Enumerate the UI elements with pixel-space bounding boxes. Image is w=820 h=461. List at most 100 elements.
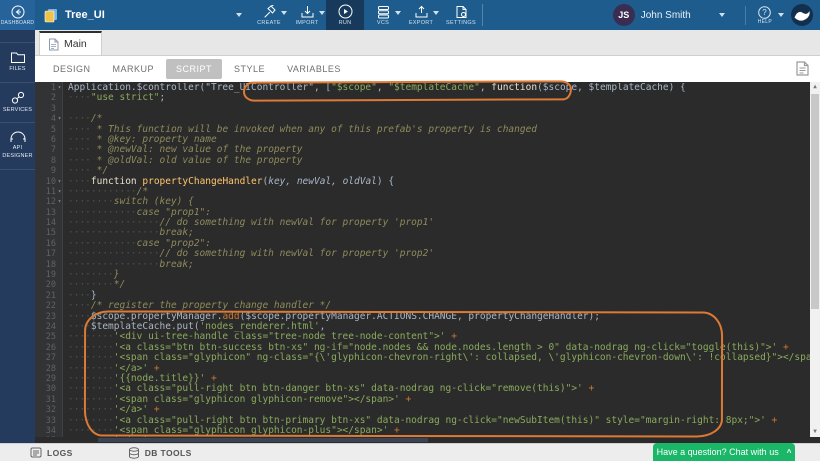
line-number: 31 <box>35 395 56 405</box>
fold-spacer <box>56 436 63 437</box>
line-number: 26 <box>35 343 56 353</box>
project-icon <box>43 8 59 23</box>
horizontal-scroll-thumb[interactable] <box>98 438 428 442</box>
user-avatar[interactable]: JS <box>613 4 635 26</box>
line-number: 27 <box>35 353 56 363</box>
import-caret-icon[interactable] <box>319 11 325 15</box>
line-number: 7 <box>35 145 56 155</box>
code-line[interactable]: 8···· * @oldVal: old value of the proper… <box>35 156 810 166</box>
line-number: 2 <box>35 93 56 103</box>
linked-nodes-icon <box>10 91 26 105</box>
folder-icon <box>10 51 26 64</box>
fold-spacer <box>56 291 63 301</box>
import-button[interactable]: IMPORT <box>288 0 326 30</box>
project-selector[interactable]: Tree_UI <box>35 0 250 30</box>
help-button[interactable]: ? HELP <box>745 6 772 25</box>
code-line[interactable]: 20········*/ <box>35 280 810 290</box>
sidebar-item-files[interactable]: FILES <box>0 42 35 83</box>
toolbar-buttons: CREATE IMPORT RUN VCS <box>250 0 483 30</box>
scroll-down-arrow[interactable]: ▼ <box>810 427 820 437</box>
fold-arrow-icon[interactable]: ▾ <box>56 114 63 124</box>
create-caret-icon[interactable] <box>281 11 287 15</box>
database-icon <box>128 447 140 459</box>
export-caret-icon[interactable] <box>433 11 439 15</box>
logs-button[interactable]: LOGS <box>30 447 73 458</box>
line-number: 10 <box>35 177 56 187</box>
tab-design[interactable]: DESIGN <box>43 59 101 79</box>
line-number: 1 <box>35 83 56 93</box>
code-editor[interactable]: 1▾Application.$controller("Tree_UIContro… <box>35 82 820 443</box>
fold-spacer <box>56 364 63 374</box>
fold-arrow-icon[interactable]: ▾ <box>56 177 63 187</box>
line-number: 11 <box>35 187 56 197</box>
fold-arrow-icon[interactable]: ▾ <box>56 83 63 93</box>
user-menu-caret-icon[interactable] <box>719 13 725 17</box>
line-number: 23 <box>35 312 56 322</box>
tab-script[interactable]: SCRIPT <box>166 59 222 79</box>
scroll-up-arrow[interactable]: ▲ <box>810 82 820 92</box>
line-number: 24 <box>35 322 56 332</box>
wavemaker-logo <box>790 3 814 27</box>
line-number: 32 <box>35 405 56 415</box>
code-line[interactable]: 19········} <box>35 270 810 280</box>
vertical-scroll-thumb[interactable] <box>811 94 819 309</box>
topbar-right: JS John Smith ? HELP <box>613 0 820 30</box>
code-line[interactable]: 18················break; <box>35 260 810 270</box>
fold-spacer <box>56 426 63 436</box>
line-number: 30 <box>35 384 56 394</box>
db-tools-button[interactable]: DB TOOLS <box>128 447 192 459</box>
code-line[interactable]: 3 <box>35 104 810 114</box>
fold-spacer <box>56 145 63 155</box>
tab-main[interactable]: Main <box>39 31 102 55</box>
project-caret-icon[interactable] <box>236 13 242 17</box>
code-area[interactable]: 1▾Application.$controller("Tree_UIContro… <box>35 83 810 437</box>
create-button[interactable]: CREATE <box>250 0 288 30</box>
fold-spacer <box>56 280 63 290</box>
tab-variables[interactable]: VARIABLES <box>277 59 351 79</box>
settings-button[interactable]: SETTINGS <box>440 0 482 30</box>
fold-spacer <box>56 270 63 280</box>
vertical-scrollbar[interactable]: ▲ ▼ <box>810 82 820 437</box>
import-icon <box>300 5 315 19</box>
export-button[interactable]: EXPORT <box>402 0 440 30</box>
chat-widget-button[interactable]: Have a question? Chat with us ^ <box>653 443 795 461</box>
line-number: 5 <box>35 125 56 135</box>
fold-spacer <box>56 332 63 342</box>
fold-spacer <box>56 353 63 363</box>
fold-arrow-icon[interactable]: ▾ <box>56 187 63 197</box>
code-line[interactable]: 10▾····function propertyChangeHandler(ke… <box>35 177 810 187</box>
code-text: ········'<span class="glyphicon" ng-clas… <box>68 353 810 363</box>
chevron-up-icon: ^ <box>787 448 792 457</box>
line-number: 19 <box>35 270 56 280</box>
line-number: 12 <box>35 197 56 207</box>
fold-spacer <box>56 104 63 114</box>
line-number: 20 <box>35 280 56 290</box>
fold-spacer <box>56 395 63 405</box>
line-number: 9 <box>35 166 56 176</box>
file-document-icon[interactable] <box>795 60 810 77</box>
tab-style[interactable]: STYLE <box>224 59 275 79</box>
fold-spacer <box>56 156 63 166</box>
dashboard-button[interactable]: DASHBOARD <box>0 0 35 30</box>
run-button[interactable]: RUN <box>326 0 364 30</box>
sidebar-item-api-designer[interactable]: API DESIGNER <box>0 123 35 169</box>
sidebar-item-services[interactable]: SERVICES <box>0 83 35 124</box>
left-sidebar: FILES SERVICES API DESIGNER <box>0 30 35 443</box>
line-number: 3 <box>35 104 56 114</box>
help-question-icon: ? <box>758 6 771 19</box>
code-line[interactable]: 2····"use strict"; <box>35 93 810 103</box>
fold-spacer <box>56 384 63 394</box>
fold-spacer <box>56 135 63 145</box>
line-number: 6 <box>35 135 56 145</box>
line-number: 35 <box>35 436 56 437</box>
line-number: 15 <box>35 228 56 238</box>
line-number: 22 <box>35 301 56 311</box>
logs-icon <box>30 447 42 458</box>
fold-spacer <box>56 218 63 228</box>
fold-arrow-icon[interactable]: ▾ <box>56 197 63 207</box>
vcs-caret-icon[interactable] <box>395 11 401 15</box>
vcs-button[interactable]: VCS <box>364 0 402 30</box>
tab-markup[interactable]: MARKUP <box>103 59 165 79</box>
fold-spacer <box>56 260 63 270</box>
help-caret-icon[interactable] <box>778 13 784 17</box>
